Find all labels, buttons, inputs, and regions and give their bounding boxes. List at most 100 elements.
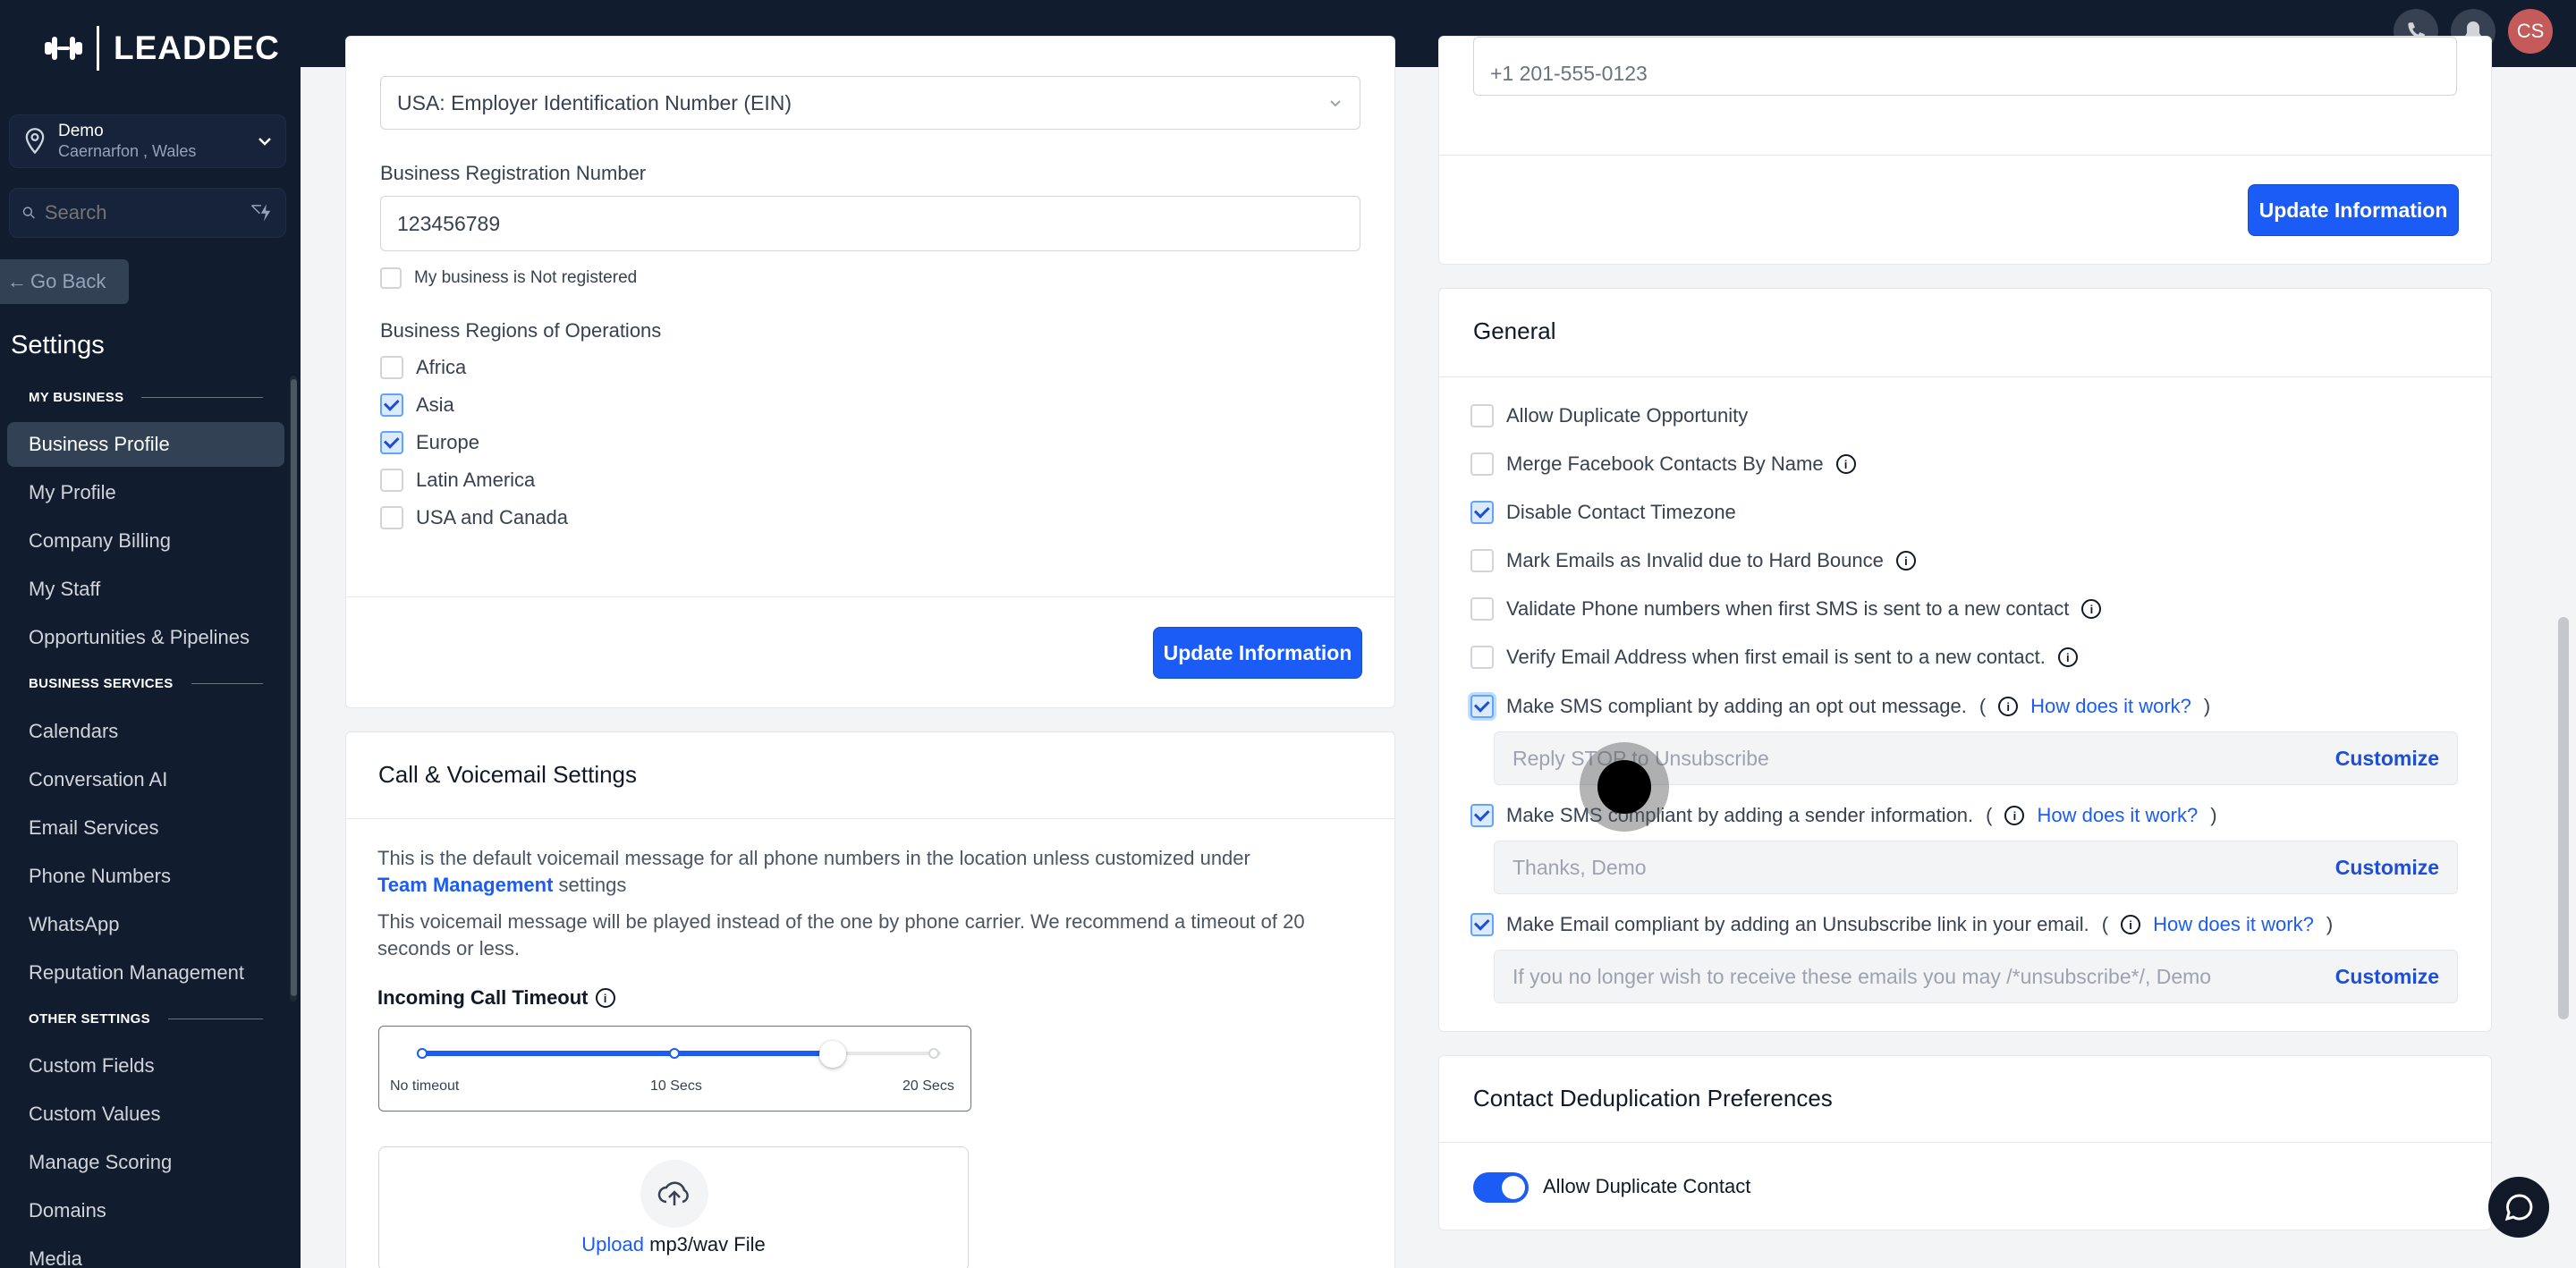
region-africa[interactable]: Africa [380, 356, 466, 379]
opt-verify-email[interactable]: Verify Email Address when first email is… [1470, 646, 2078, 669]
sidebar-item-domains[interactable]: Domains [7, 1188, 284, 1233]
page-scrollbar-thumb[interactable] [2558, 617, 2569, 1019]
disable-contact-timezone-checkbox[interactable] [1470, 501, 1494, 524]
sidebar-item-business-profile[interactable]: Business Profile [7, 422, 284, 467]
info-icon[interactable]: i [1895, 551, 1916, 571]
info-icon[interactable]: i [1835, 454, 1856, 474]
sms-sender-checkbox[interactable] [1470, 804, 1494, 827]
not-registered-checkbox-row[interactable]: My business is Not registered [380, 267, 637, 289]
call-voicemail-title: Call & Voicemail Settings [378, 761, 638, 788]
info-icon[interactable]: i [2057, 647, 2078, 667]
opt-email-unsubscribe[interactable]: Make Email compliant by adding an Unsubs… [1470, 913, 2333, 936]
update-information-button-phone[interactable]: Update Information [2248, 184, 2459, 236]
mark-emails-invalid-checkbox[interactable] [1470, 549, 1494, 572]
sms-optout-checkbox[interactable] [1470, 695, 1494, 718]
upload-link[interactable]: Upload [581, 1233, 644, 1255]
voicemail-upload-dropzone[interactable]: Upload mp3/wav File [378, 1146, 969, 1268]
sidebar-item-whatsapp[interactable]: WhatsApp [7, 902, 284, 947]
opt-validate-phone[interactable]: Validate Phone numbers when first SMS is… [1470, 597, 2102, 621]
region-europe[interactable]: Europe [380, 431, 479, 454]
region-usa-canada-checkbox[interactable] [380, 506, 403, 529]
chat-icon [2504, 1194, 2533, 1222]
sidebar-item-opportunities-pipelines[interactable]: Opportunities & Pipelines [7, 615, 284, 660]
slider-label-mid: 10 Secs [650, 1078, 702, 1094]
region-africa-checkbox[interactable] [380, 356, 403, 379]
contact-dedup-card: Contact Deduplication Preferences Allow … [1438, 1055, 2492, 1230]
allow-duplicate-contact-label: Allow Duplicate Contact [1543, 1175, 1751, 1197]
info-icon[interactable]: i [2081, 599, 2102, 619]
page-scrollbar-track[interactable] [2555, 67, 2572, 1268]
merge-facebook-contacts-checkbox[interactable] [1470, 452, 1494, 476]
sidebar-search[interactable] [9, 188, 286, 238]
info-icon[interactable]: i [595, 988, 615, 1008]
sidebar-item-company-billing[interactable]: Company Billing [7, 519, 284, 563]
sidebar-item-my-staff[interactable]: My Staff [7, 567, 284, 612]
sidebar-scrollbar-thumb[interactable] [291, 379, 297, 996]
logo-icon [45, 35, 82, 62]
sidebar-item-my-profile[interactable]: My Profile [7, 470, 284, 515]
slider-handle[interactable] [819, 1041, 846, 1068]
opt-merge-facebook-contacts[interactable]: Merge Facebook Contacts By Name i [1470, 452, 1856, 476]
location-switcher[interactable]: Demo Caernarfon , Wales [9, 114, 286, 168]
sidebar-item-reputation-management[interactable]: Reputation Management [7, 951, 284, 995]
chat-widget-button[interactable] [2488, 1177, 2549, 1238]
sidebar-item-email-services[interactable]: Email Services [7, 806, 284, 850]
sidebar-item-custom-fields[interactable]: Custom Fields [7, 1044, 284, 1088]
customize-button[interactable]: Customize [2335, 747, 2439, 771]
region-latin-america[interactable]: Latin America [380, 469, 535, 492]
reg-number-input[interactable]: 123456789 [380, 196, 1360, 251]
sidebar-item-calendars[interactable]: Calendars [7, 709, 284, 754]
info-icon[interactable]: i [2004, 806, 2025, 825]
phone-info-card: +1 201-555-0123 Update Information [1438, 36, 2492, 265]
how-does-it-work-link[interactable]: How does it work? [2037, 804, 2198, 827]
sms-sender-field[interactable]: Thanks, Demo Customize [1494, 841, 2458, 894]
region-asia-checkbox[interactable] [380, 393, 403, 417]
region-europe-checkbox[interactable] [380, 431, 403, 454]
customize-button[interactable]: Customize [2335, 965, 2439, 989]
business-id-type-select[interactable]: USA: Employer Identification Number (EIN… [380, 76, 1360, 130]
info-icon[interactable]: i [1998, 697, 2019, 716]
opt-allow-duplicate-opportunity[interactable]: Allow Duplicate Opportunity [1470, 404, 1748, 427]
not-registered-checkbox[interactable] [380, 267, 402, 289]
sidebar: LEADDEC Demo Caernarfon , Wales ← Go Bac… [0, 0, 301, 1268]
sidebar-item-media[interactable]: Media [7, 1237, 284, 1268]
opt-mark-emails-invalid[interactable]: Mark Emails as Invalid due to Hard Bounc… [1470, 549, 1916, 572]
app-logo[interactable]: LEADDEC [45, 23, 280, 73]
how-does-it-work-link[interactable]: How does it work? [2153, 913, 2314, 936]
info-icon[interactable]: i [2121, 915, 2141, 934]
how-does-it-work-link[interactable]: How does it work? [2030, 695, 2191, 718]
validate-phone-checkbox[interactable] [1470, 597, 1494, 621]
phone-input[interactable]: +1 201-555-0123 [1473, 37, 2457, 96]
update-information-button[interactable]: Update Information [1153, 627, 1362, 679]
region-usa-canada[interactable]: USA and Canada [380, 506, 568, 529]
customize-button[interactable]: Customize [2335, 856, 2439, 880]
quick-action-bolt-icon[interactable] [250, 199, 273, 226]
opt-sms-sender[interactable]: Make SMS compliant by adding a sender in… [1470, 804, 2217, 827]
section-label-business-services: BUSINESS SERVICES [29, 676, 263, 691]
opt-sms-optout[interactable]: Make SMS compliant by adding an opt out … [1470, 695, 2210, 718]
chevron-down-icon [258, 138, 271, 146]
region-asia[interactable]: Asia [380, 393, 454, 417]
email-unsubscribe-checkbox[interactable] [1470, 913, 1494, 936]
section-label-other-settings: OTHER SETTINGS [29, 1011, 263, 1027]
allow-duplicate-contact-toggle[interactable] [1473, 1172, 1529, 1203]
user-avatar[interactable]: CS [2508, 9, 2553, 54]
email-unsubscribe-field[interactable]: If you no longer wish to receive these e… [1494, 950, 2458, 1003]
settings-title: Settings [11, 331, 105, 359]
sidebar-item-phone-numbers[interactable]: Phone Numbers [7, 854, 284, 899]
voicemail-desc-2: This voicemail message will be played in… [377, 910, 1305, 959]
sidebar-item-manage-scoring[interactable]: Manage Scoring [7, 1140, 284, 1185]
click-indicator-dot [1597, 760, 1651, 814]
upload-cloud-icon [640, 1160, 708, 1228]
sidebar-item-conversation-ai[interactable]: Conversation AI [7, 757, 284, 802]
location-name: Demo [58, 122, 104, 140]
slider-label-min: No timeout [390, 1078, 460, 1094]
sidebar-item-custom-values[interactable]: Custom Values [7, 1092, 284, 1137]
go-back-button[interactable]: ← Go Back [0, 259, 129, 304]
opt-disable-contact-timezone[interactable]: Disable Contact Timezone [1470, 501, 1736, 524]
verify-email-checkbox[interactable] [1470, 646, 1494, 669]
region-latin-america-checkbox[interactable] [380, 469, 403, 492]
search-input[interactable] [44, 201, 242, 224]
allow-duplicate-opportunity-checkbox[interactable] [1470, 404, 1494, 427]
team-management-link[interactable]: Team Management [377, 874, 553, 896]
